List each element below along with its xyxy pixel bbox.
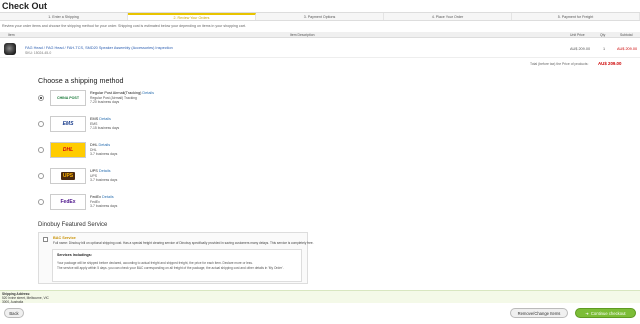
option-days: 3-7 business days [90,152,118,156]
continue-label: Continue checkout [590,310,626,316]
shipping-radio[interactable] [38,199,44,205]
shipping-option-ems[interactable]: EMS EMS Details EMS 7-15 business days [38,116,318,134]
step-5: 5. Payment for Freight [512,13,640,20]
details-link[interactable]: Details [99,169,111,173]
option-days: 3-7 business days [90,178,118,182]
option-days: 3-7 business days [90,204,118,208]
fedex-logo: FedEx [50,194,86,210]
bac-service-name: BAC Service [53,236,76,240]
item-subtotal: AU$ 209.00 [617,47,638,51]
remove-change-items-button[interactable]: Remove/Change Items [510,308,568,318]
featured-heading: Dinobuy Featured Service [38,222,108,228]
details-link[interactable]: Details [99,143,111,147]
product-thumbnail[interactable] [4,43,16,55]
option-days: 7-20 business days [90,100,120,104]
quantity: 1 [603,47,606,51]
ups-logo: UPS [50,168,86,184]
bac-service-checkbox[interactable] [43,237,48,242]
option-name: EMS Details [90,117,111,121]
step-4: 4. Place Your Order [384,13,512,20]
option-name: Regular Post Airmail(Tracking) Details [90,91,155,95]
cart-item-row: FAG Head / FAG Head / FAH-TCS, SMD20 Spe… [0,40,640,58]
shipping-option-ups[interactable]: UPS UPS Details UPS 3-7 business days [38,168,318,186]
shipping-radio[interactable] [38,147,44,153]
shipping-radio[interactable] [38,121,44,127]
unit-price: AU$ 209.00 [570,47,591,51]
shipping-address-bar: Shipping Address: 520 Irvine street, Mel… [0,290,640,304]
shipping-option-dhl[interactable]: DHL DHL Details DHL 3-7 business days [38,142,318,160]
option-name: UPS Details [90,169,111,173]
china-post-logo: CHINA POST [50,90,86,106]
ems-logo: EMS [50,116,86,132]
dhl-logo: DHL [50,142,86,158]
services-line-2: The service will apply within 5 days. yo… [57,266,284,270]
continue-checkout-button[interactable]: ➔ Continue checkout [575,308,636,318]
subtotal-value: AU$ 209.00 [598,61,622,66]
col-description: Item Description [290,33,315,37]
featured-service-box: BAC Service Full name: Dinobuy bill on o… [38,232,314,284]
bac-service-description: Full name: Dinobuy bill on optional ship… [53,241,314,245]
option-name: DHL Details [90,143,111,147]
step-2-active: 2. Review Your Orders [128,13,256,20]
product-sku: SKU: 15024-45-0 [25,51,52,55]
shipping-option-china-post[interactable]: CHINA POST Regular Post Airmail(Tracking… [38,90,318,108]
shipping-heading: Choose a shipping method [38,76,124,85]
option-days: 7-15 business days [90,126,120,130]
intro-text: Review your order items and choose the s… [2,24,246,28]
services-includings-box: Services Includings: Your package will b… [52,249,302,282]
col-subtotal: Subtotal [620,33,633,37]
page-title: Check Out [2,1,48,11]
col-unit-price: Unit Price [570,33,585,37]
col-item: Item [8,33,15,37]
arrow-icon: ➔ [585,310,589,316]
subtotal-label: Total (before tax) the Price of products… [530,62,589,66]
step-3: 3. Payment Options [256,13,384,20]
details-link[interactable]: Details [99,117,111,121]
col-qty: Qty [600,33,606,37]
subtotal-row: Total (before tax) the Price of products… [0,60,640,68]
shipping-option-fedex[interactable]: FedEx FedEx Details FedEx 3-7 business d… [38,194,318,212]
shipping-radio[interactable] [38,173,44,179]
table-header: Item Item Description Unit Price Qty Sub… [0,32,640,38]
details-link[interactable]: Details [102,195,114,199]
checkout-steps: 1. Enter a Shipping 2. Review Your Order… [0,12,640,21]
step-1: 1. Enter a Shipping [0,13,128,20]
product-name-link[interactable]: FAG Head / FAG Head / FAH-TCS, SMD20 Spe… [25,46,173,50]
services-line-1: Your package will be shipped before decl… [57,261,253,265]
details-link[interactable]: Details [142,91,154,95]
option-name: FedEx Details [90,195,114,199]
shipping-radio[interactable] [38,95,44,101]
shipping-address-line2: 3000, Australia [2,300,24,304]
services-includings-title: Services Includings: [57,253,92,257]
back-button[interactable]: Back [4,308,24,318]
